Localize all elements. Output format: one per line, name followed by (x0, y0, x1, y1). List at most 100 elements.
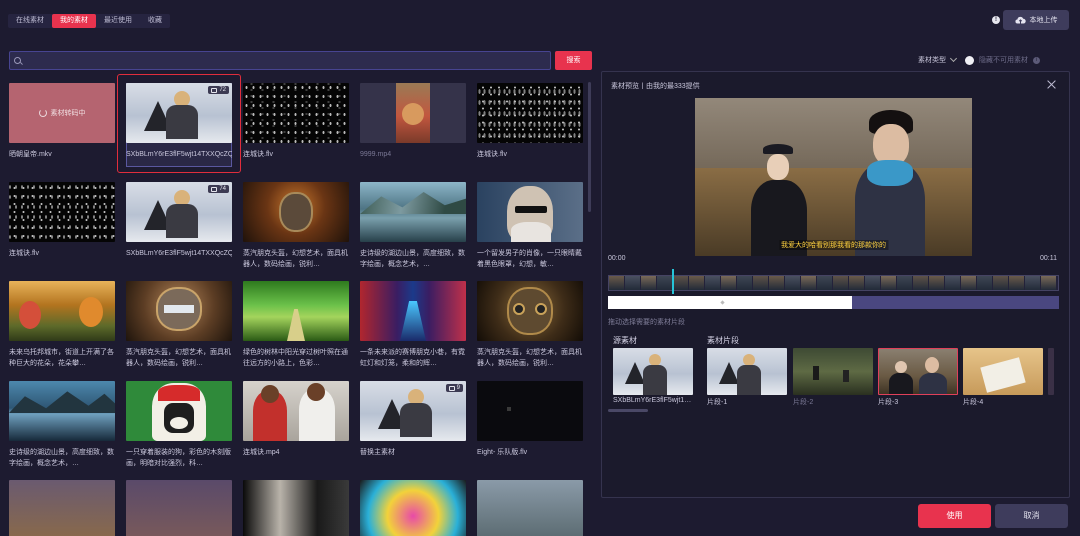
cloud-upload-icon (1014, 16, 1026, 24)
filmstrip-frame (817, 276, 832, 290)
card-label: 晒朝皇帝.mkv (9, 151, 52, 158)
card-thumbnail (126, 281, 232, 341)
filmstrip-frame (737, 276, 752, 290)
upload-label: 本地上传 (1029, 17, 1058, 24)
search-icon (14, 57, 21, 64)
filmstrip-frame (625, 276, 640, 290)
layers-icon (211, 87, 218, 93)
video-subtitle: 我爱大的哈看别那我看的那款你的 (779, 240, 888, 250)
filmstrip-frame (801, 276, 816, 290)
filmstrip-frame (657, 276, 672, 290)
card-label: 9999.mp4 (360, 151, 392, 158)
tab-favorites[interactable]: 收藏 (140, 14, 170, 28)
clip-count-badge: 9 (445, 384, 463, 392)
clips-scrollbar[interactable] (608, 409, 648, 412)
cancel-button[interactable]: 取消 (995, 504, 1068, 528)
hide-unavailable-label: 隐藏不可用素材 (979, 57, 1028, 64)
clip-thumbnail[interactable] (793, 348, 873, 395)
card-label: 绿色的树林中阳光穿过树叶照在通往远方的小路上，色彩… (243, 349, 348, 367)
filmstrip-frame (769, 276, 784, 290)
video-preview[interactable]: 我爱大的哈看别那我看的那款你的 (695, 98, 972, 256)
source-tabs: 在线素材 我的素材 最近使用 收藏 (8, 14, 170, 28)
chevron-down-icon[interactable] (949, 54, 958, 63)
filmstrip-frame (641, 276, 656, 290)
filmstrip-frame (753, 276, 768, 290)
card-thumbnail (477, 182, 583, 242)
card-thumbnail (243, 480, 349, 536)
layers-icon (211, 186, 218, 192)
tab-my-materials[interactable]: 我的素材 (52, 14, 96, 28)
close-icon[interactable] (1046, 79, 1057, 90)
info-icon[interactable]: ! (992, 16, 1000, 24)
card-thumbnail (360, 182, 466, 242)
card-thumbnail (360, 480, 466, 536)
card-label: 蒸汽朋克头盔，幻想艺术，面具机器人，数码绘画，锐利… (477, 349, 582, 367)
card-label: 一条未来派的赛博朋克小巷，有霓虹灯和灯笼，柔和的辉… (360, 349, 465, 367)
time-end: 00:11 (1040, 255, 1057, 262)
source-clip-thumbnail[interactable] (613, 348, 693, 395)
clip-label: 片段-1 (707, 399, 728, 406)
drag-hint: 拖动选择需要的素材片段 (608, 319, 685, 326)
clip-thumbnail-selected[interactable] (878, 348, 958, 395)
tab-recent[interactable]: 最近使用 (96, 14, 140, 28)
filmstrip-frame (993, 276, 1008, 290)
layers-icon (448, 385, 455, 391)
card-label: 连城诀.flv (9, 250, 39, 257)
card-label: 一个留发男子的肖像，一只眼睛戴着黑色眼罩，幻想，敏… (477, 250, 582, 268)
card-label: 蒸汽朋克头盔，幻想艺术，面具机器人，数码绘画，锐利… (126, 349, 231, 367)
hide-unavailable-toggle[interactable] (965, 55, 974, 65)
time-start: 00:00 (608, 255, 626, 262)
filmstrip-frame (705, 276, 720, 290)
search-button[interactable]: 搜索 (555, 51, 592, 70)
clips-section-title: 素材片段 (707, 336, 739, 345)
filmstrip-frame (913, 276, 928, 290)
help-icon[interactable]: i (1033, 56, 1040, 64)
filmstrip-frame (1009, 276, 1024, 290)
filter-bar: 素材类型 隐藏不可用素材 i (918, 54, 1040, 65)
use-button[interactable]: 使用 (918, 504, 991, 528)
loading-thumbnail: 素材转码中 (9, 83, 115, 143)
filmstrip-frame (865, 276, 880, 290)
tab-online-materials[interactable]: 在线素材 (8, 14, 52, 28)
card-thumbnail (243, 83, 349, 143)
grid-scrollbar[interactable] (588, 82, 591, 212)
card-label: 连城诀.mp4 (243, 449, 280, 456)
filmstrip-frame (673, 276, 688, 290)
source-clip-label: SXbBLmY6rE3flF5wjt1… (613, 397, 692, 404)
filmstrip-frame (689, 276, 704, 290)
card-thumbnail (9, 281, 115, 341)
clip-label: 片段-4 (963, 399, 984, 406)
card-thumbnail (477, 83, 583, 143)
local-upload-button[interactable]: 本地上传 (1003, 10, 1069, 30)
filmstrip-frame (977, 276, 992, 290)
card-label: 蒸汽朋克头盔，幻想艺术，面具机器人，数码绘画，锐利… (243, 250, 348, 268)
card-label: 史诗级的湖边山景，高度细致，数字绘画，概念艺术，… (360, 250, 465, 268)
card-thumbnail (9, 480, 115, 536)
filmstrip-frame (897, 276, 912, 290)
card-label: 未来乌托邦城市，街道上开满了各种巨大的花朵，花朵攀… (9, 349, 114, 367)
range-selected[interactable] (608, 296, 852, 309)
material-grid: 素材转码中 晒朝皇帝.mkv 72 SXbBLmY6rE3flF5wjt14TX… (0, 78, 598, 536)
material-type-dropdown[interactable]: 素材类型 (918, 55, 946, 65)
search-bar (9, 51, 551, 70)
card-label: 史诗级的湖边山景，高度细致，数字绘画，概念艺术，… (9, 449, 114, 467)
filmstrip-frame (785, 276, 800, 290)
card-thumbnail (126, 480, 232, 536)
card-label: SXbBLmY6rE3flF5wjt14TXXQcZQ9MmolDAsogg__… (126, 151, 232, 158)
source-section-title: 源素材 (613, 336, 637, 345)
loading-spinner-icon (38, 109, 47, 117)
clip-thumbnail[interactable] (707, 348, 787, 395)
clip-thumbnail[interactable] (963, 348, 1043, 395)
filmstrip-frame (881, 276, 896, 290)
timeline-filmstrip[interactable] (608, 275, 1059, 291)
clip-count-badge: 74 (208, 185, 229, 193)
search-input[interactable] (26, 52, 546, 69)
filmstrip-frame (721, 276, 736, 290)
clip-thumbnail[interactable] (1048, 348, 1054, 395)
card-thumbnail (477, 381, 583, 441)
playhead[interactable] (672, 269, 674, 294)
card-thumbnail (360, 83, 466, 143)
filmstrip-frame (961, 276, 976, 290)
range-selector[interactable] (608, 296, 1059, 309)
card-thumbnail (477, 281, 583, 341)
